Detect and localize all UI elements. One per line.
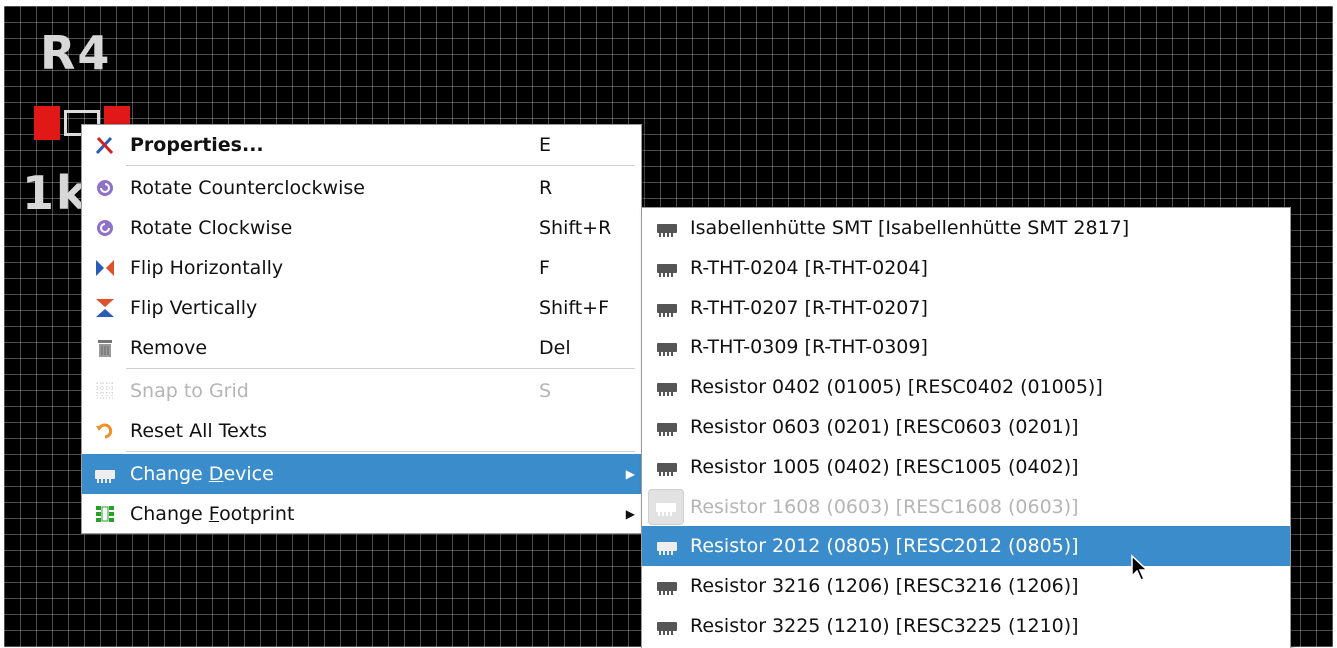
device-icon (656, 616, 678, 636)
device-item[interactable]: R-THT-0207 [R-THT-0207] (642, 288, 1290, 328)
component-value-label[interactable]: 1k (22, 166, 89, 220)
grid-icon (94, 381, 116, 401)
reset-icon (94, 421, 116, 441)
device-item[interactable]: Resistor 1005 (0402) [RESC1005 (0402)] (642, 447, 1290, 487)
menu-item-change-device[interactable]: Change Device ▶ (82, 454, 641, 494)
device-icon (656, 536, 678, 556)
component-name-label[interactable]: R4 (40, 26, 111, 80)
menu-separator (126, 368, 635, 369)
menu-item-reset-all-texts[interactable]: Reset All Texts (82, 411, 641, 451)
mouse-cursor-icon (1131, 554, 1149, 581)
rotate-ccw-icon (94, 178, 116, 198)
device-item[interactable]: Resistor 0402 (01005) [RESC0402 (01005)] (642, 367, 1290, 407)
submenu-arrow-icon: ▶ (625, 507, 635, 521)
trash-icon (94, 338, 116, 358)
device-item[interactable]: Isabellenhütte SMT [Isabellenhütte SMT 2… (642, 208, 1290, 248)
flip-horizontal-icon (94, 258, 116, 278)
device-item-current: Resistor 1608 (0603) [RESC1608 (0603)] (642, 487, 1290, 527)
device-item-highlighted[interactable]: Resistor 2012 (0805) [RESC2012 (0805)] (642, 526, 1290, 566)
device-icon (656, 576, 678, 596)
menu-item-flip-horizontal[interactable]: Flip Horizontally F (82, 248, 641, 288)
menu-item-properties[interactable]: Properties... E (82, 125, 641, 165)
menu-item-flip-vertical[interactable]: Flip Vertically Shift+F (82, 288, 641, 328)
menu-separator (126, 451, 635, 452)
menu-item-change-footprint[interactable]: Change Footprint ▶ (82, 494, 641, 534)
menu-item-rotate-cw[interactable]: Rotate Clockwise Shift+R (82, 208, 641, 248)
device-item[interactable]: R-THT-0309 [R-THT-0309] (642, 327, 1290, 367)
flip-vertical-icon (94, 298, 116, 318)
device-item[interactable]: Resistor 3225 (1210) [RESC3225 (1210)] (642, 606, 1290, 646)
device-item[interactable]: Resistor 3216 (1206) [RESC3216 (1206)] (642, 566, 1290, 606)
device-icon (656, 417, 678, 437)
menu-item-rotate-ccw[interactable]: Rotate Counterclockwise R (82, 168, 641, 208)
device-icon (656, 298, 678, 318)
rotate-cw-icon (94, 218, 116, 238)
menu-item-snap-to-grid: Snap to Grid S (82, 371, 641, 411)
device-icon (656, 258, 678, 278)
device-item[interactable]: R-THT-0204 [R-THT-0204] (642, 248, 1290, 288)
footprint-icon (94, 504, 116, 524)
menu-separator (126, 165, 635, 166)
device-icon (656, 377, 678, 397)
properties-icon (94, 135, 116, 155)
submenu-arrow-icon: ▶ (625, 467, 635, 481)
context-menu: Properties... E Rotate Counterclockwise … (81, 124, 642, 534)
device-icon (656, 457, 678, 477)
change-device-submenu: Isabellenhütte SMT [Isabellenhütte SMT 2… (641, 207, 1291, 648)
device-icon (648, 489, 684, 525)
device-icon (656, 337, 678, 357)
menu-item-remove[interactable]: Remove Del (82, 328, 641, 368)
pad-left (34, 106, 60, 140)
device-icon (656, 218, 678, 238)
device-item[interactable]: Resistor 0603 (0201) [RESC0603 (0201)] (642, 407, 1290, 447)
device-icon (94, 464, 116, 484)
